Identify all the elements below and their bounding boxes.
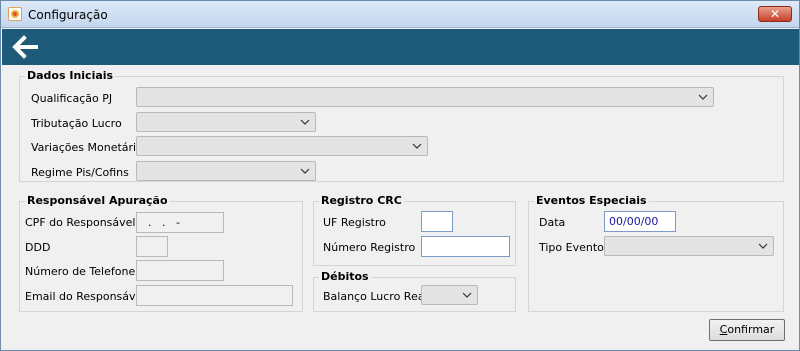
toolbar (2, 29, 799, 65)
chevron-down-icon (462, 292, 472, 298)
ddd-field[interactable] (136, 236, 168, 257)
chevron-down-icon (412, 143, 422, 149)
tipo-evento-label: Tipo Evento (539, 241, 604, 254)
telefone-label: Número de Telefone (25, 265, 136, 278)
variacoes-select[interactable] (136, 136, 428, 156)
balanco-label: Balanço Lucro Real (323, 290, 428, 303)
balanco-select[interactable] (421, 285, 478, 305)
back-button[interactable] (12, 35, 40, 59)
confirmar-label: onfirmar (727, 323, 775, 336)
telefone-field[interactable] (136, 260, 224, 281)
confirmar-button[interactable]: Confirmar (709, 319, 785, 341)
regime-select[interactable] (136, 161, 316, 181)
ddd-label: DDD (25, 241, 51, 254)
numero-registro-field[interactable] (421, 236, 510, 257)
data-label: Data (539, 216, 566, 229)
app-icon (8, 7, 22, 21)
chevron-down-icon (758, 243, 768, 249)
tributacao-label: Tributação Lucro (31, 117, 122, 130)
chevron-down-icon (300, 119, 310, 125)
chevron-down-icon (698, 94, 708, 100)
qualificacao-label: Qualificação PJ (31, 92, 113, 105)
email-label: Email do Responsável (25, 290, 146, 303)
cpf-label: CPF do Responsável (25, 216, 136, 229)
registro-crc-title: Registro CRC (319, 194, 404, 207)
numero-registro-label: Número Registro (323, 241, 416, 254)
tipo-evento-select[interactable] (604, 236, 774, 256)
arrow-left-icon (12, 35, 38, 59)
uf-registro-label: UF Registro (323, 216, 386, 229)
debitos-title: Débitos (319, 270, 371, 283)
qualificacao-select[interactable] (136, 87, 714, 107)
regime-label: Regime Pis/Cofins (31, 166, 129, 179)
tributacao-select[interactable] (136, 112, 316, 132)
responsavel-title: Responsável Apuração (25, 194, 170, 207)
email-field[interactable] (136, 285, 293, 306)
uf-registro-field[interactable] (421, 211, 453, 232)
configuracao-window: Configuração ✕ Dados Iniciais Qualificaç… (0, 0, 800, 351)
close-button[interactable]: ✕ (758, 6, 792, 22)
title-bar: Configuração ✕ (1, 1, 799, 28)
eventos-title: Eventos Especiais (534, 194, 649, 207)
cpf-field[interactable]: . . - (136, 212, 224, 233)
chevron-down-icon (300, 168, 310, 174)
data-field[interactable]: 00/00/00 (604, 211, 676, 232)
window-title: Configuração (28, 8, 108, 22)
dados-iniciais-title: Dados Iniciais (25, 69, 116, 82)
variacoes-label: Variações Monetárias (31, 141, 149, 154)
